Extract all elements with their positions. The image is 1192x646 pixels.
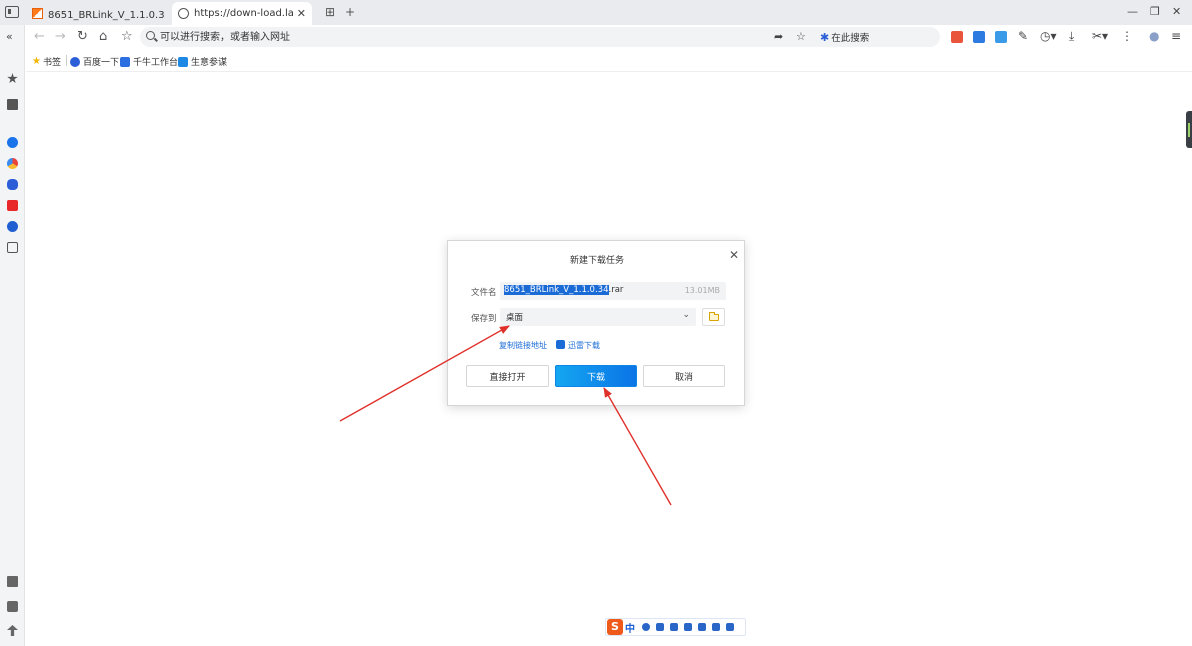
shengyi-icon xyxy=(178,56,188,67)
dialog-title: 新建下载任务 xyxy=(569,256,624,266)
filename-field[interactable]: 8651_BRLink_V_1.1.0.34.rar 13.01MB xyxy=(500,282,726,300)
red-app-icon[interactable] xyxy=(7,200,18,211)
tab-download-page[interactable]: https://down-load.lanrar.com ✕ xyxy=(172,2,312,25)
share-icon[interactable]: ➦ xyxy=(774,30,783,43)
pdf-extension-icon[interactable] xyxy=(951,31,963,43)
microphone-icon[interactable] xyxy=(670,623,678,631)
download-icon[interactable]: ⤓ xyxy=(1069,29,1074,44)
tab-lanzou[interactable]: 8651_BRLink_V_1.1.0.34.rar - 蓝奏 xyxy=(26,2,170,25)
bookmarks-bar: ★ 书签 百度一下 千牛工作台 生意参谋 xyxy=(26,50,1192,72)
browse-folder-button[interactable] xyxy=(702,308,725,326)
open-directly-button[interactable]: 直接打开 xyxy=(466,365,549,387)
close-icon[interactable]: ✕ xyxy=(729,248,739,262)
punctuation-icon[interactable] xyxy=(656,623,664,631)
filename-extension: .rar xyxy=(608,285,624,295)
globe-icon xyxy=(178,8,189,19)
minimize-icon[interactable]: — xyxy=(1127,5,1138,18)
copy-link-button[interactable]: 复制链接地址 xyxy=(499,340,547,351)
save-location-value: 桌面 xyxy=(506,313,524,323)
close-tab-icon[interactable]: ✕ xyxy=(297,7,306,20)
pen-icon[interactable]: ✎ xyxy=(1018,29,1028,43)
search-engine-label: 在此搜索 xyxy=(831,33,870,44)
chevron-down-icon: ⌄ xyxy=(682,310,690,320)
tab-title: 8651_BRLink_V_1.1.0.34.rar - 蓝奏 xyxy=(48,10,164,21)
address-input[interactable] xyxy=(160,29,760,45)
cancel-button[interactable]: 取消 xyxy=(643,365,725,387)
filename-selected: 8651_BRLink_V_1.1.0.34 xyxy=(504,285,609,295)
bookmark-baidu[interactable]: 百度一下 xyxy=(70,55,119,68)
ime-toolbar[interactable]: S 中 xyxy=(605,618,746,636)
address-row: ← → ↻ ⌂ ☆ ➦ ☆ ✱ 在此搜索 ✎ ◷▾ ⤓ ✂▾ ⋮ ● ≡ xyxy=(0,25,1192,49)
user-icon[interactable] xyxy=(698,623,706,631)
translate-extension-icon[interactable] xyxy=(973,31,985,43)
folder-icon[interactable] xyxy=(7,99,18,110)
search-app-icon[interactable] xyxy=(7,137,18,148)
favorite-icon[interactable]: ☆ xyxy=(796,30,806,43)
more-icon[interactable]: ⋮ xyxy=(1121,29,1133,43)
menu-icon[interactable]: ≡ xyxy=(1171,29,1181,43)
moon-icon[interactable] xyxy=(642,623,650,631)
save-to-label: 保存到 xyxy=(471,314,497,324)
sidebar-toggle-icon[interactable] xyxy=(5,6,19,18)
sogou-logo-icon: S xyxy=(607,619,623,635)
avatar-icon[interactable]: ● xyxy=(1149,29,1159,43)
baidu-paw-icon[interactable] xyxy=(7,179,18,190)
keyboard-icon[interactable] xyxy=(684,623,692,631)
new-download-dialog: 新建下载任务 ✕ 文件名 8651_BRLink_V_1.1.0.34.rar … xyxy=(447,240,745,406)
chrome-like-icon[interactable] xyxy=(7,158,18,169)
save-location-select[interactable]: 桌面 ⌄ xyxy=(500,308,696,326)
new-tab-icon[interactable]: + xyxy=(345,5,355,19)
filename-label: 文件名 xyxy=(471,288,497,298)
edge-widget[interactable] xyxy=(1186,111,1192,148)
star-icon: ★ xyxy=(32,56,41,67)
forward-icon[interactable]: → xyxy=(55,29,66,45)
xunlei-icon xyxy=(556,340,565,349)
bookmark-qianniu[interactable]: 千牛工作台 xyxy=(120,55,178,68)
restore-icon[interactable]: ❐ xyxy=(1150,5,1160,18)
orange-flag-icon xyxy=(32,8,43,19)
tab-strip: 8651_BRLink_V_1.1.0.34.rar - 蓝奏 https://… xyxy=(0,0,1192,25)
bookmark-divider xyxy=(66,55,67,66)
toolbox-icon[interactable] xyxy=(726,623,734,631)
xunlei-download-link[interactable]: 迅雷下载 xyxy=(556,340,600,351)
screenshot-extension-icon[interactable] xyxy=(995,31,1007,43)
tab-title: https://down-load.lanrar.com xyxy=(194,8,294,19)
file-size: 13.01MB xyxy=(684,286,720,295)
reload-icon[interactable]: ↻ xyxy=(77,29,88,45)
tab-grid-icon[interactable]: ⊞ xyxy=(325,5,335,19)
folder-icon xyxy=(709,312,719,321)
favorites-icon[interactable] xyxy=(7,73,18,84)
bookmark-shengyi[interactable]: 生意参谋 xyxy=(178,55,227,68)
back-icon[interactable]: ← xyxy=(34,29,45,45)
clock-app-icon[interactable] xyxy=(7,221,18,232)
history-icon[interactable]: ◷▾ xyxy=(1040,29,1057,43)
pin-icon[interactable] xyxy=(7,625,18,636)
download-button[interactable]: 下载 xyxy=(555,365,637,387)
bookmark-star-icon[interactable]: ☆ xyxy=(121,29,133,45)
add-app-icon[interactable] xyxy=(7,242,18,253)
ime-mode[interactable]: 中 xyxy=(625,620,635,635)
screenshot-icon[interactable] xyxy=(7,576,18,587)
skin-icon[interactable] xyxy=(712,623,720,631)
bookmark-folder[interactable]: ★ 书签 xyxy=(32,55,61,68)
omnibox[interactable]: ➦ ☆ ✱ 在此搜索 xyxy=(140,27,940,47)
home-icon[interactable]: ⌂ xyxy=(99,29,107,45)
search-icon xyxy=(146,31,155,40)
window-close-icon[interactable]: ✕ xyxy=(1172,5,1181,18)
collapse-sidebar-icon[interactable]: « xyxy=(6,30,13,43)
qianniu-icon xyxy=(120,56,130,67)
baidu-paw-icon: ✱ xyxy=(820,30,830,44)
left-sidebar: « xyxy=(0,25,25,646)
baidu-icon xyxy=(70,56,80,67)
toolbox-icon[interactable] xyxy=(7,601,18,612)
scissors-icon[interactable]: ✂▾ xyxy=(1092,29,1108,43)
search-engine-selector[interactable]: ✱ 在此搜索 xyxy=(820,30,870,45)
